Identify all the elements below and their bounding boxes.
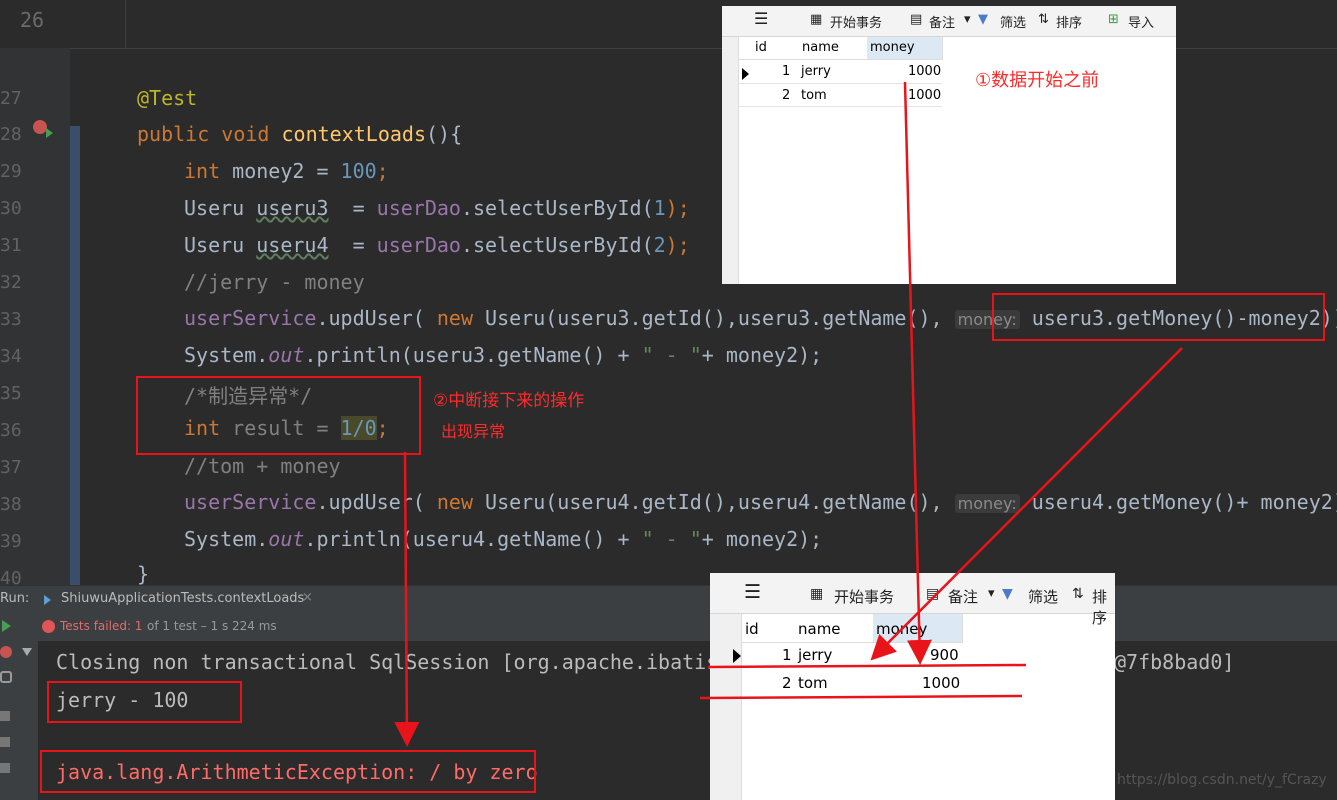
arrow-before-to-after [903, 81, 932, 665]
watermark: https://blog.csdn.net/y_fCrazy [1117, 772, 1327, 788]
arrow-update-to-after [870, 347, 1183, 661]
arrow-exception-to-output [394, 451, 420, 747]
annotation-arrows [394, 81, 1183, 747]
underline-row-1 [707, 663, 1027, 669]
underline-row-2 [699, 694, 1023, 700]
